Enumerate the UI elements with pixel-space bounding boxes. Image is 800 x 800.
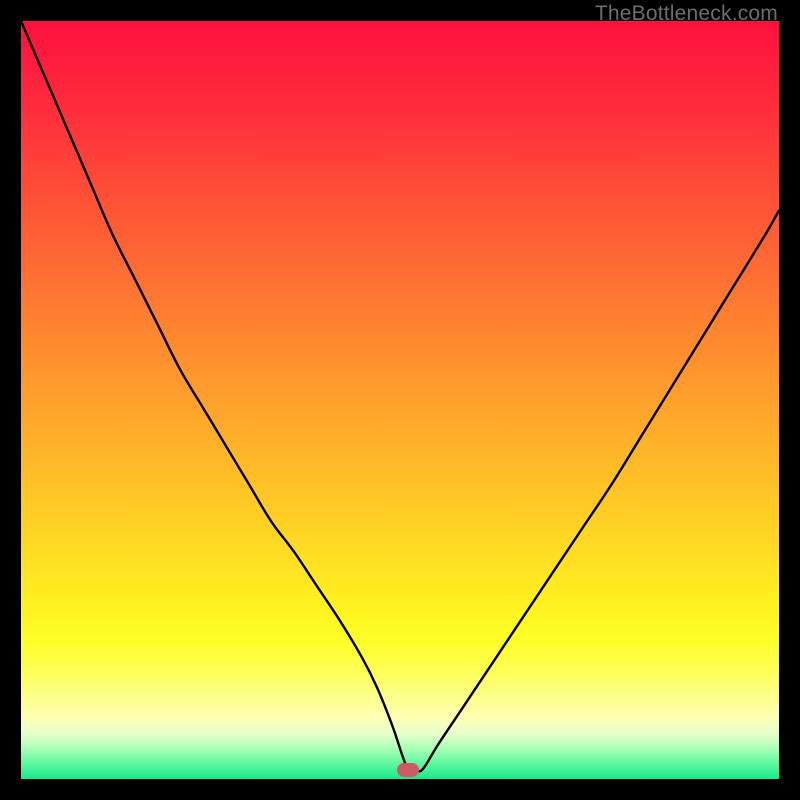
bottleneck-marker — [397, 763, 419, 777]
bottleneck-curve — [21, 21, 779, 779]
watermark-text: TheBottleneck.com — [595, 2, 778, 26]
chart-plot-area — [21, 21, 779, 779]
chart-frame: TheBottleneck.com — [0, 0, 800, 800]
